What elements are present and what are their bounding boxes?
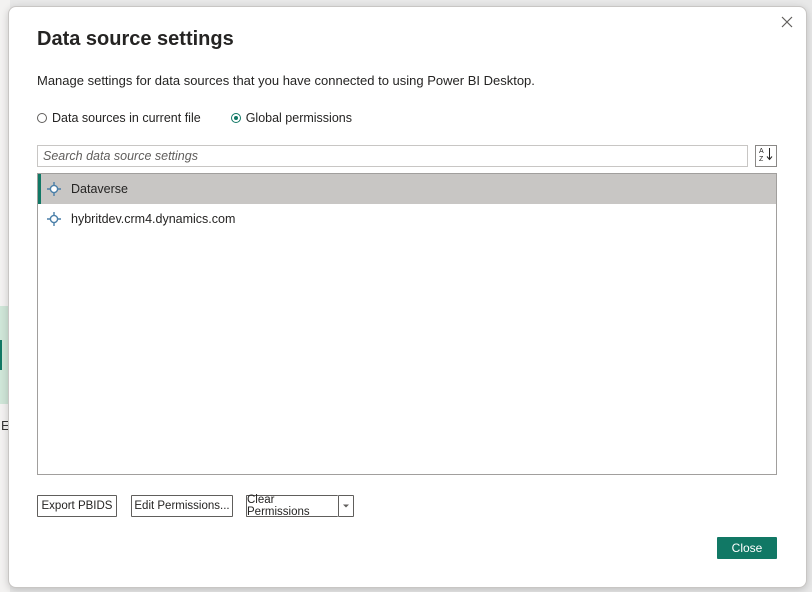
clear-permissions-dropdown[interactable] — [338, 495, 354, 517]
data-source-icon — [46, 211, 62, 227]
svg-text:Z: Z — [759, 156, 764, 162]
dialog-description: Manage settings for data sources that yo… — [37, 73, 535, 88]
close-button[interactable]: Close — [717, 537, 777, 559]
scope-radio-group: Data sources in current file Global perm… — [37, 111, 382, 125]
list-item-label: Dataverse — [71, 182, 128, 196]
radio-button-unchecked[interactable] — [37, 113, 47, 123]
svg-text:A: A — [759, 148, 764, 155]
list-item[interactable]: Dataverse — [38, 174, 776, 204]
radio-global-permissions-label: Global permissions — [245, 111, 352, 125]
background-accent-bar — [0, 340, 2, 370]
radio-global-permissions[interactable]: Global permissions — [230, 111, 352, 125]
list-item-label: hybritdev.crm4.dynamics.com — [71, 212, 236, 226]
sort-az-icon: A Z — [758, 146, 774, 167]
radio-button-checked[interactable] — [230, 113, 241, 123]
data-source-icon — [46, 181, 62, 197]
chevron-down-icon — [342, 500, 350, 512]
export-pbids-button[interactable]: Export PBIDS — [37, 495, 117, 517]
dialog-title: Data source settings — [37, 28, 234, 50]
clear-permissions-button[interactable]: Clear Permissions — [246, 494, 338, 518]
sort-button[interactable]: A Z — [755, 145, 777, 167]
list-item[interactable]: hybritdev.crm4.dynamics.com — [38, 204, 776, 234]
radio-current-file[interactable]: Data sources in current file — [37, 111, 201, 125]
search-box — [37, 145, 748, 167]
data-source-settings-dialog: Data source settings Manage settings for… — [8, 6, 807, 588]
data-source-list: Dataverse hybritdev.crm4.dynamics.com — [37, 173, 777, 475]
radio-current-file-label: Data sources in current file — [52, 111, 201, 125]
search-input[interactable] — [43, 149, 742, 163]
close-icon[interactable] — [778, 13, 796, 31]
edit-permissions-button[interactable]: Edit Permissions... — [131, 495, 233, 517]
